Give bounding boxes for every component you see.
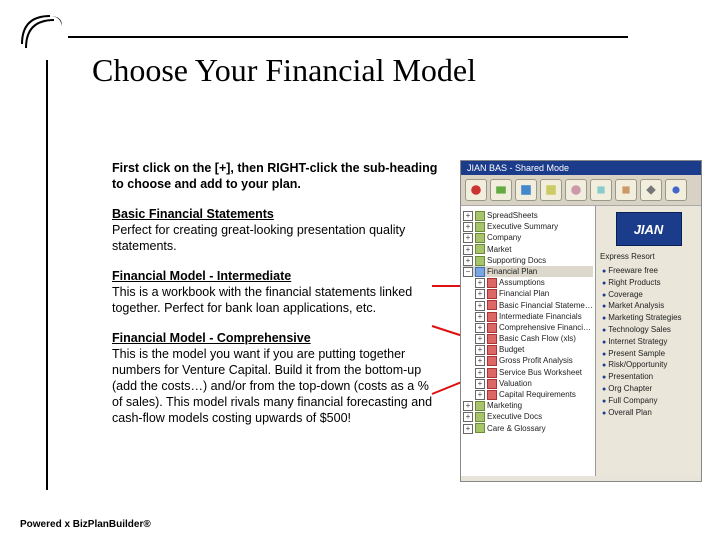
tree-item[interactable]: +Basic Financial Statements: [463, 300, 593, 311]
tree-item[interactable]: +Marketing: [463, 400, 593, 411]
toolbar-button[interactable]: [515, 179, 537, 201]
toolbar-button[interactable]: [490, 179, 512, 201]
tree-item[interactable]: +Assumptions: [463, 277, 593, 288]
list-item: Marketing Strategies: [602, 312, 695, 324]
jian-logo: JIAN: [616, 212, 682, 246]
tree-item[interactable]: +Market: [463, 244, 593, 255]
tree-item[interactable]: +Valuation: [463, 378, 593, 389]
tree-item[interactable]: +Budget: [463, 344, 593, 355]
section-2: Financial Model - IntermediateThis is a …: [112, 268, 442, 316]
list-item: Full Company: [602, 395, 695, 407]
toolbar-button[interactable]: [590, 179, 612, 201]
tree-item[interactable]: +Gross Profit Analysis: [463, 355, 593, 366]
horizontal-rule: [68, 36, 628, 38]
toolbar-button[interactable]: [540, 179, 562, 201]
tree-item[interactable]: +Executive Docs: [463, 411, 593, 422]
list-item: Right Products: [602, 277, 695, 289]
tree-panel[interactable]: +SpreadSheets+Executive Summary+Company+…: [461, 206, 596, 476]
toolbar-button[interactable]: [615, 179, 637, 201]
body-text: First click on the [+], then RIGHT-click…: [112, 160, 442, 440]
footer-text: Powered x BizPlanBuilder®: [20, 519, 151, 530]
right-label: Express Resort: [596, 250, 701, 263]
tree-item[interactable]: +Capital Requirements: [463, 389, 593, 400]
list-item: Internet Strategy: [602, 336, 695, 348]
list-item: Present Sample: [602, 348, 695, 360]
section-1: Basic Financial StatementsPerfect for cr…: [112, 206, 442, 254]
toolbar-button[interactable]: [465, 179, 487, 201]
section-3: Financial Model - ComprehensiveThis is t…: [112, 330, 442, 426]
toolbar-button[interactable]: [665, 179, 687, 201]
list-item: Org Chapter: [602, 383, 695, 395]
tree-item[interactable]: +Executive Summary: [463, 221, 593, 232]
tree-item[interactable]: +Service Bus Worksheet: [463, 367, 593, 378]
list-item: Presentation: [602, 371, 695, 383]
tree-item[interactable]: +Basic Cash Flow (xls): [463, 333, 593, 344]
app-screenshot: JIAN BAS - Shared Mode +SpreadSheets+Exe…: [460, 160, 702, 482]
tree-item[interactable]: +Intermediate Financials: [463, 311, 593, 322]
right-list: Freeware freeRight ProductsCoverageMarke…: [596, 263, 701, 420]
tree-item[interactable]: +Comprehensive Financials: [463, 322, 593, 333]
corner-ornament-icon: [20, 14, 64, 58]
tree-item[interactable]: +Company: [463, 232, 593, 243]
tree-header[interactable]: −Financial Plan: [463, 266, 593, 277]
tree-item[interactable]: +Supporting Docs: [463, 255, 593, 266]
tree-item[interactable]: +Financial Plan: [463, 288, 593, 299]
list-item: Technology Sales: [602, 324, 695, 336]
tree-item[interactable]: +SpreadSheets: [463, 210, 593, 221]
vertical-rule: [46, 60, 48, 490]
right-panel: JIAN Express Resort Freeware freeRight P…: [596, 206, 701, 476]
tree-item[interactable]: +Care & Glossary: [463, 423, 593, 434]
toolbar-button[interactable]: [640, 179, 662, 201]
list-item: Risk/Opportunity: [602, 359, 695, 371]
window-title: JIAN BAS - Shared Mode: [461, 161, 701, 175]
list-item: Freeware free: [602, 265, 695, 277]
list-item: Market Analysis: [602, 300, 695, 312]
list-item: Overall Plan: [602, 407, 695, 419]
toolbar-button[interactable]: [565, 179, 587, 201]
intro-text: First click on the [+], then RIGHT-click…: [112, 160, 442, 192]
toolbar: [461, 175, 701, 206]
slide-title: Choose Your Financial Model: [92, 52, 476, 89]
list-item: Coverage: [602, 289, 695, 301]
